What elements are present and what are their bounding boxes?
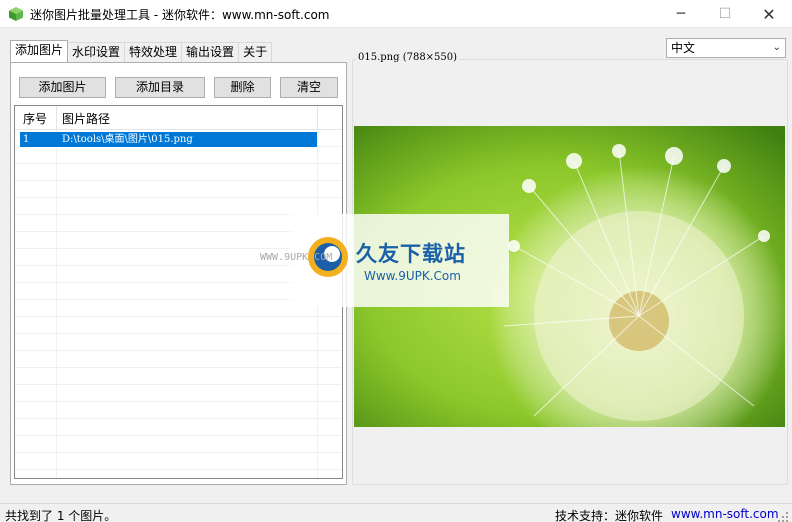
minimize-button[interactable]: ─ (658, 0, 704, 28)
column-header-number[interactable]: 序号 (23, 110, 47, 127)
column-separator[interactable] (56, 106, 57, 130)
watermark-url-small: WWW.9UPK.COM (260, 252, 333, 263)
list-grid-row (15, 181, 342, 198)
tab-about[interactable]: 关于 (238, 42, 273, 62)
watermark-overlay: WWW.9UPK.COM 久友下载站 Www.9UPK.Com (260, 214, 509, 307)
list-grid-row (15, 368, 342, 385)
preview-label: 015.png (788×550) (356, 52, 460, 63)
list-grid-row (15, 198, 342, 215)
status-message: 共找到了 1 个图片。 (5, 509, 117, 522)
column-separator[interactable] (317, 106, 318, 130)
row-number: 1 (23, 134, 30, 145)
list-grid-column (56, 130, 57, 478)
tab-output[interactable]: 输出设置 (181, 42, 240, 62)
language-selected-value: 中文 (671, 41, 696, 55)
close-button[interactable]: ✕ (746, 0, 792, 28)
tab-watermark[interactable]: 水印设置 (67, 42, 126, 62)
maximize-button[interactable]: ☐ (702, 0, 748, 28)
chevron-down-icon: ⌄ (772, 42, 781, 53)
language-select[interactable]: 中文 ⌄ (666, 38, 786, 58)
row-path: D:\tools\桌面\图片\015.png (62, 134, 193, 145)
title-bar: 迷你图片批量处理工具 - 迷你软件：www.mn-soft.com ─ ☐ ✕ (0, 0, 792, 28)
list-grid-row (15, 436, 342, 453)
list-grid-row (15, 470, 342, 478)
list-grid-row (15, 317, 342, 334)
column-header-path[interactable]: 图片路径 (62, 110, 110, 127)
resize-grip-icon[interactable] (778, 512, 789, 522)
list-grid-row (15, 385, 342, 402)
clear-button[interactable]: 清空 (280, 77, 338, 98)
add-image-button[interactable]: 添加图片 (19, 77, 106, 98)
status-bar: 共找到了 1 个图片。 技术支持：迷你软件 www.mn-soft.com (0, 503, 792, 522)
list-grid-row (15, 351, 342, 368)
delete-button[interactable]: 删除 (214, 77, 271, 98)
list-row-selected[interactable]: 1 D:\tools\桌面\图片\015.png (20, 132, 317, 147)
list-grid-row (15, 402, 342, 419)
list-header: 序号 图片路径 (15, 106, 342, 130)
list-grid-row (15, 147, 342, 164)
window-title: 迷你图片批量处理工具 - 迷你软件：www.mn-soft.com (30, 8, 330, 22)
watermark-brand: 久友下载站 (356, 242, 466, 266)
app-icon (9, 7, 23, 21)
watermark-url: Www.9UPK.Com (364, 269, 461, 283)
list-grid-row (15, 164, 342, 181)
add-directory-button[interactable]: 添加目录 (115, 77, 205, 98)
tab-add-images[interactable]: 添加图片 (10, 40, 69, 62)
tab-bar: 添加图片 水印设置 特效处理 输出设置 关于 (10, 40, 273, 62)
list-grid-row (15, 334, 342, 351)
list-grid-row (15, 453, 342, 470)
list-grid-row (15, 419, 342, 436)
support-link[interactable]: www.mn-soft.com (671, 507, 779, 521)
tab-effects[interactable]: 特效处理 (124, 42, 183, 62)
support-label: 技术支持：迷你软件 (555, 509, 664, 522)
